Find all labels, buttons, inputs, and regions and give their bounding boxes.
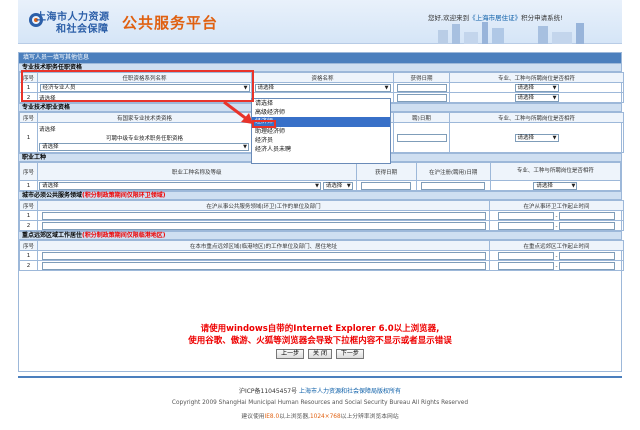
footer-browser-tip: 建议使用IE8.0以上浏览器,1024×768以上分辨率浏览本网站 [241, 414, 399, 420]
suburb-work-table: 序号 在本市重点远郊区域(临港地区)的工作单位及部门、居住地址 在重点远郊区工作… [19, 240, 624, 271]
row-number: 1 [19, 210, 38, 221]
col-header: 有国家专业技术类资格 [37, 112, 252, 123]
end-date-input[interactable] [559, 211, 616, 220]
table-row: 2 - [19, 260, 624, 271]
dropdown-option[interactable]: 请选择 [252, 99, 390, 108]
col-header: 专业、工种与所聘岗位是否相符 [489, 162, 622, 181]
col-header: 序号 [19, 240, 38, 251]
col-header: 在本市重点远郊区域(临港地区)的工作单位及部门、居住地址 [37, 240, 490, 251]
col-header: 序号 [18, 162, 39, 181]
start-date-input[interactable] [497, 221, 554, 230]
row-number: 2 [19, 220, 38, 231]
obtain-date-input[interactable] [396, 93, 447, 102]
table-row: 1 请选择 ▼ 请选择 ▼ 请选择 ▼ [18, 180, 622, 191]
match-select[interactable]: 请选择 ▼ [514, 133, 559, 142]
table-row: 1 - [19, 210, 624, 221]
highlight-box-series [21, 70, 254, 102]
dropdown-option[interactable]: 经济员 [252, 136, 390, 145]
employer-address-input[interactable] [41, 261, 486, 270]
occupation-level-select[interactable]: 请选择 ▼ [322, 181, 353, 190]
dropdown-option[interactable]: 高级经济师 [252, 108, 390, 117]
col-header: 资格名称 [251, 72, 394, 83]
browser-notice: 请使用windows自带的Internet Explorer 6.0以上浏览器,… [188, 324, 452, 346]
col-header: 序号 [19, 112, 38, 123]
public-service-table: 序号 在沪从事公共服务领域(环卫)工作的单位及部门 在沪从事环卫工作起止时间 1… [19, 200, 624, 231]
qualification-select[interactable]: 请选择 ▼ [254, 83, 391, 92]
chevron-down-icon: ▼ [384, 84, 389, 91]
qualification-type-select[interactable]: 请选择 [39, 125, 250, 134]
col-header: 在沪注册(聘用)日期 [415, 162, 491, 181]
chevron-down-icon: ▼ [552, 94, 557, 101]
col-header: 获得日期 [355, 162, 417, 181]
col-header: 专业、工种与所聘岗位是否相符 [449, 72, 624, 83]
obtain-date-input[interactable] [396, 83, 447, 92]
obtain-date-input[interactable] [396, 133, 447, 142]
row-number: 1 [18, 180, 39, 191]
section-public-service: 城市必须公共服务领域(积分制政策期间仅限环卫领域) [19, 191, 621, 200]
site-title: 公共服务平台 [122, 14, 219, 32]
chevron-down-icon: ▼ [552, 134, 557, 141]
frame-title: 填写人员一填写其他信息 [19, 53, 621, 63]
chevron-down-icon: ▼ [552, 84, 557, 91]
col-header: 聘)日期 [393, 112, 450, 123]
city-skyline-image [438, 22, 584, 44]
action-buttons: 上一步 关 闭 下一步 [18, 349, 622, 359]
logo-text-line2: 和社会保障 [56, 24, 109, 35]
col-header: 职业工种名称及等级 [37, 162, 357, 181]
row-number: 1 [19, 122, 38, 153]
qualification-name-text: 可聘中级专业技术职务任职资格 [105, 135, 183, 142]
match-select[interactable]: 请选择 ▼ [533, 181, 578, 190]
col-header: 获得日期 [393, 72, 450, 83]
chevron-down-icon: ▼ [571, 182, 576, 189]
section-suburb-work: 重点远郊区域工作居住(积分制政策期间仅限临港地区) [19, 231, 621, 240]
dropdown-option[interactable]: 经济人员未聘 [252, 145, 390, 154]
start-date-input[interactable] [497, 211, 554, 220]
end-date-input[interactable] [559, 261, 616, 270]
col-header: 序号 [19, 200, 38, 211]
col-header: 在沪从事公共服务领域(环卫)工作的单位及部门 [37, 200, 490, 211]
col-header: 在沪从事环卫工作起止时间 [489, 200, 624, 211]
footer-icp: 沪ICP备11045457号 上海市人力资源和社会保障局版权所有 [238, 388, 402, 395]
match-select[interactable]: 请选择 ▼ [514, 93, 559, 102]
red-arrow-icon [223, 100, 253, 124]
end-date-input[interactable] [559, 251, 616, 260]
site-header: 上海市人力资源 和社会保障 公共服务平台 您好,欢迎来到《上海市居住证》积分申请… [18, 0, 622, 44]
employer-input[interactable] [41, 221, 486, 230]
register-date-input[interactable] [421, 181, 486, 190]
qualification-dropdown-list[interactable]: 请选择 高级经济师 经济师 助理经济师 经济员 经济人员未聘 [251, 98, 391, 164]
footer-copyright: Copyright 2009 ShangHai Municipal Human … [171, 400, 469, 406]
occupation-name-select[interactable]: 请选择 ▼ [39, 181, 322, 190]
table-row: 2 - [19, 220, 624, 231]
chevron-down-icon: ▼ [243, 143, 247, 150]
table-row: 1 - [19, 250, 624, 261]
start-date-input[interactable] [497, 261, 554, 270]
chevron-down-icon: ▼ [346, 182, 351, 189]
row-number: 2 [19, 260, 38, 271]
start-date-input[interactable] [497, 251, 554, 260]
col-header: 专业、工种与所聘岗位是否相符 [449, 112, 624, 123]
col-header: 在重点远郊区工作起止时间 [489, 240, 624, 251]
end-date-input[interactable] [559, 221, 616, 230]
employer-address-input[interactable] [41, 251, 486, 260]
close-button[interactable]: 关 闭 [308, 349, 332, 359]
occupation-table: 序号 职业工种名称及等级 获得日期 在沪注册(聘用)日期 专业、工种与所聘岗位是… [18, 162, 622, 191]
row-number: 1 [19, 250, 38, 261]
chevron-down-icon: ▼ [315, 182, 320, 189]
next-button[interactable]: 下一步 [335, 349, 364, 359]
qualification-level-select[interactable]: 请选择 ▼ [39, 142, 249, 151]
prev-button[interactable]: 上一步 [276, 349, 305, 359]
employer-input[interactable] [41, 211, 486, 220]
site-footer: 沪ICP备11045457号 上海市人力资源和社会保障局版权所有 Copyrig… [18, 376, 622, 426]
obtain-date-input[interactable] [361, 181, 412, 190]
match-select[interactable]: 请选择 ▼ [514, 83, 559, 92]
